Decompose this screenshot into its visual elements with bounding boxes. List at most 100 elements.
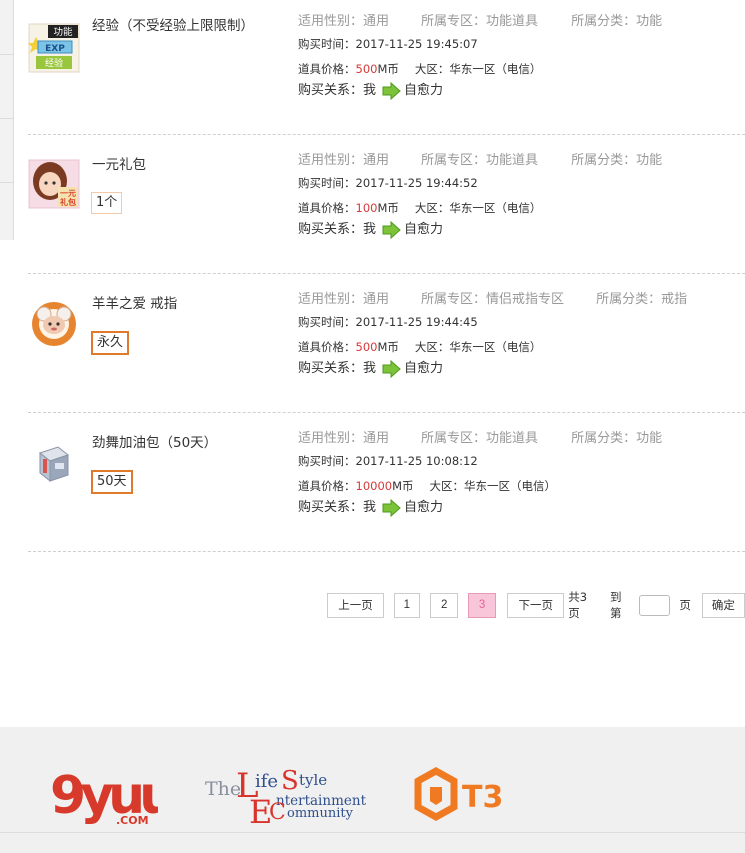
recipient-name: 自愈力 xyxy=(404,361,444,376)
price-label: 道具价格： xyxy=(298,62,356,76)
purchase-relation: 购买关系： 我 自愈力 xyxy=(298,359,745,379)
price-value: 500 xyxy=(355,62,378,76)
page-button-3-current[interactable]: 3 xyxy=(467,592,497,618)
svg-text:C: C xyxy=(269,800,286,825)
zone-label: 所属专区： xyxy=(421,431,487,446)
recipient-name: 自愈力 xyxy=(404,500,444,515)
time-label: 购买时间： xyxy=(298,454,356,468)
left-sidebar-strip xyxy=(0,0,14,240)
time-label: 购买时间： xyxy=(298,315,356,329)
sheep-ring-thumbnail[interactable] xyxy=(28,298,80,348)
gender-label: 适用性别： xyxy=(298,153,364,168)
category-value: 功能 xyxy=(636,14,663,29)
price-label: 道具价格： xyxy=(298,479,356,493)
region-value: 华东一区（电信） xyxy=(464,479,557,493)
category-label: 所属分类： xyxy=(596,292,662,307)
goto-page-input[interactable] xyxy=(639,594,671,616)
footer: 9yuu .COM The L ife S tyle E ntertainmen… xyxy=(0,727,745,853)
gender-label: 适用性别： xyxy=(298,431,364,446)
category-value: 功能 xyxy=(636,153,663,168)
purchase-time: 购买时间：2017-11-25 10:08:12 xyxy=(298,453,745,469)
lifestyle-entertainment-community-logo[interactable]: The L ife S tyle E ntertainment C ommuni… xyxy=(203,765,368,825)
green-arrow-right-icon xyxy=(382,360,401,378)
buyer-name: 我 xyxy=(363,222,377,237)
region-value: 华东一区（电信） xyxy=(449,201,542,215)
time-value: 2017-11-25 19:44:45 xyxy=(355,315,478,329)
item-details: 适用性别：通用 所属专区：情侣戒指专区 所属分类：戒指 购买时间：2017-11-2… xyxy=(298,291,745,379)
svg-text:经验: 经验 xyxy=(45,57,63,69)
region-label: 大区： xyxy=(414,201,450,215)
zone-label: 所属专区： xyxy=(421,153,487,168)
buyer-name: 我 xyxy=(363,361,377,376)
svg-text:功能: 功能 xyxy=(53,26,73,38)
price-value: 500 xyxy=(355,340,378,354)
price-label: 道具价格： xyxy=(298,201,356,215)
region-label: 大区： xyxy=(414,340,450,354)
svg-text:礼包: 礼包 xyxy=(60,197,76,207)
item-details: 适用性别：通用 所属专区：功能道具 所属分类：功能 购买时间：2017-11-25 … xyxy=(298,13,745,101)
price-value: 10000 xyxy=(355,479,393,493)
total-pages-text: 共3页 xyxy=(568,590,588,620)
exp-item-thumbnail[interactable]: 功能 EXP 经验 xyxy=(28,23,80,73)
t3-logo[interactable]: T3 xyxy=(414,767,522,823)
next-page-button[interactable]: 下一页 xyxy=(507,592,565,618)
footer-divider xyxy=(0,832,745,833)
gender-value: 通用 xyxy=(363,153,390,168)
item-details: 适用性别：通用 所属专区：功能道具 所属分类：功能 购买时间：2017-11-25 … xyxy=(298,430,745,518)
item-name[interactable]: 一元礼包 xyxy=(92,155,252,176)
gift-pack-thumbnail[interactable]: 一元 礼包 xyxy=(28,159,80,209)
gender-label: 适用性别： xyxy=(298,14,364,29)
price-region: 道具价格：500M币 大区：华东一区（电信） xyxy=(298,339,745,355)
item-name[interactable]: 经验（不受经验上限限制） xyxy=(92,16,254,37)
category-label: 所属分类： xyxy=(571,14,637,29)
time-value: 2017-11-25 19:45:07 xyxy=(355,37,478,51)
zone-label: 所属专区： xyxy=(421,292,487,307)
gender-value: 通用 xyxy=(363,292,390,307)
page-button-1[interactable]: 1 xyxy=(393,592,420,618)
prev-page-button[interactable]: 上一页 xyxy=(327,592,385,618)
pagination: 上一页 1 2 3 下一页 共3页 到第 页 确定 xyxy=(327,590,745,620)
zone-label: 所属专区： xyxy=(421,14,487,29)
relation-label: 购买关系： xyxy=(298,500,364,515)
price-label: 道具价格： xyxy=(298,340,356,354)
currency-unit: M币 xyxy=(392,479,414,493)
svg-text:ommunity: ommunity xyxy=(287,806,354,821)
item-name[interactable]: 羊羊之爱 戒指 xyxy=(92,294,252,315)
item-attributes: 适用性别：通用 所属专区：功能道具 所属分类：功能 xyxy=(298,430,745,448)
recipient-name: 自愈力 xyxy=(404,222,444,237)
quantity-badge: 1个 xyxy=(91,192,123,214)
purchase-record-row: 功能 EXP 经验 经验（不受经验上限限制） 适用性别：通用 所属专区：功能道具 所… xyxy=(28,0,745,135)
duration-badge: 50天 xyxy=(91,470,133,494)
purchase-time: 购买时间：2017-11-25 19:45:07 xyxy=(298,36,745,52)
sidebar-divider xyxy=(0,54,14,55)
sidebar-divider xyxy=(0,182,14,183)
svg-text:S: S xyxy=(281,766,299,796)
time-label: 购买时间： xyxy=(298,176,356,190)
zone-value: 功能道具 xyxy=(486,153,539,168)
purchase-time: 购买时间：2017-11-25 19:44:52 xyxy=(298,175,745,191)
9yuu-logo[interactable]: 9yuu .COM xyxy=(50,763,158,827)
item-details: 适用性别：通用 所属专区：功能道具 所属分类：功能 购买时间：2017-11-25 … xyxy=(298,152,745,240)
region-label: 大区： xyxy=(414,62,450,76)
green-arrow-right-icon xyxy=(382,499,401,517)
relation-label: 购买关系： xyxy=(298,83,364,98)
page-unit-label: 页 xyxy=(679,598,691,612)
relation-label: 购买关系： xyxy=(298,361,364,376)
currency-unit: M币 xyxy=(377,62,399,76)
dance-pack-thumbnail[interactable] xyxy=(28,437,80,487)
time-value: 2017-11-25 10:08:12 xyxy=(355,454,478,468)
confirm-button[interactable]: 确定 xyxy=(701,592,745,618)
page-button-2[interactable]: 2 xyxy=(430,592,458,618)
item-name[interactable]: 劲舞加油包（50天） xyxy=(92,433,252,454)
gender-value: 通用 xyxy=(363,431,390,446)
svg-text:.COM: .COM xyxy=(116,814,149,827)
buyer-name: 我 xyxy=(363,500,377,515)
region-label: 大区： xyxy=(429,479,465,493)
gender-value: 通用 xyxy=(363,14,390,29)
purchase-record-row: 羊羊之爱 戒指 永久 适用性别：通用 所属专区：情侣戒指专区 所属分类：戒指 购买时… xyxy=(28,274,745,413)
category-label: 所属分类： xyxy=(571,153,637,168)
item-attributes: 适用性别：通用 所属专区：情侣戒指专区 所属分类：戒指 xyxy=(298,291,745,309)
item-attributes: 适用性别：通用 所属专区：功能道具 所属分类：功能 xyxy=(298,13,745,31)
svg-text:一元: 一元 xyxy=(60,189,76,198)
purchase-relation: 购买关系： 我 自愈力 xyxy=(298,498,745,518)
